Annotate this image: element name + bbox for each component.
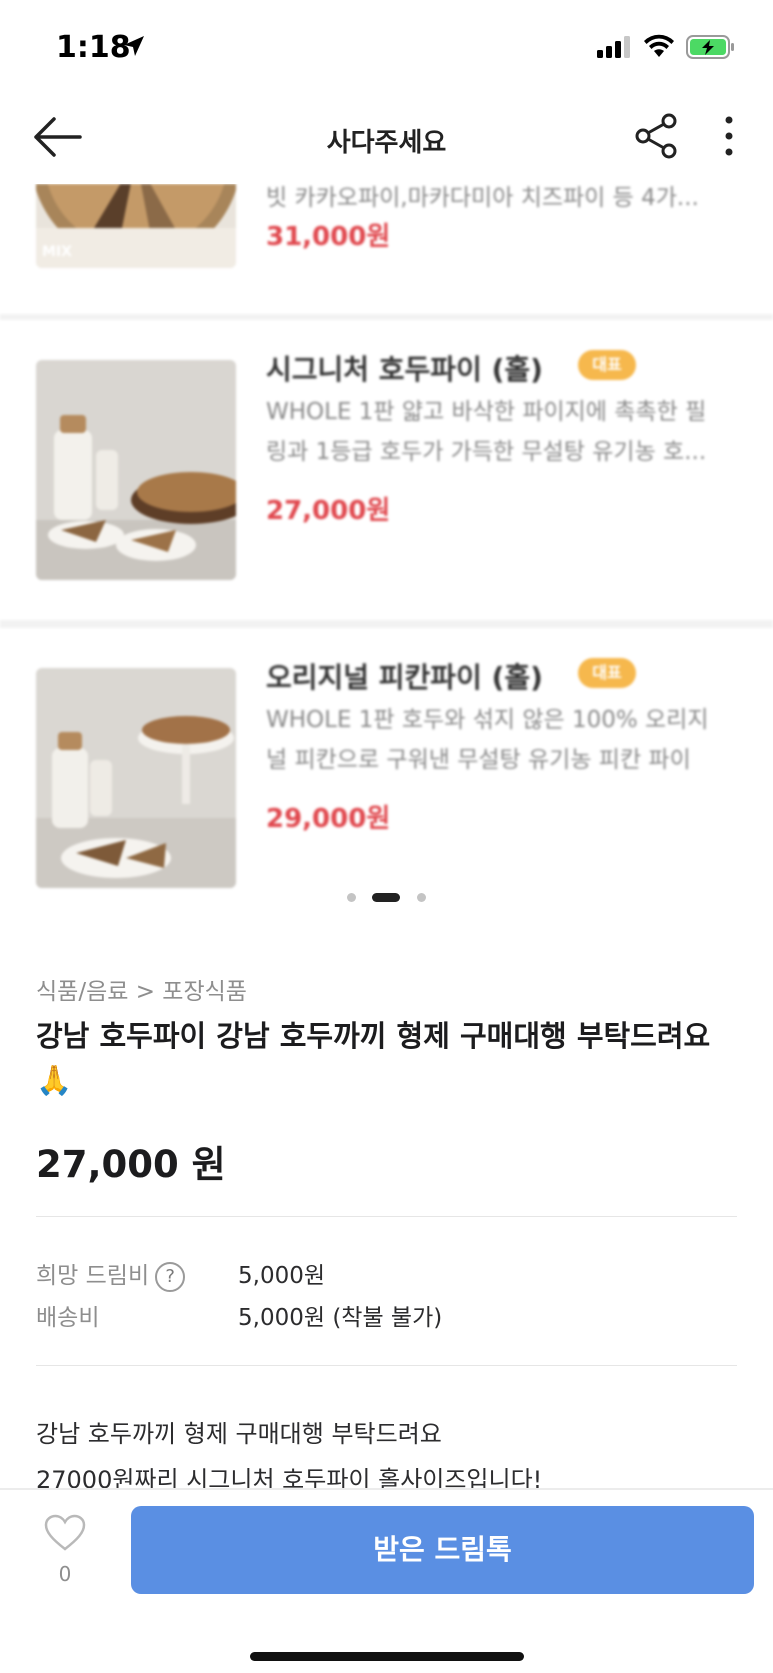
home-indicator xyxy=(250,1652,524,1661)
top-nav-bar: 사다주세요 xyxy=(0,92,773,184)
product-price: 27,000원 xyxy=(266,496,391,526)
product-thumbnail: MIX xyxy=(36,184,236,268)
battery-charging-icon xyxy=(686,35,734,59)
thumbnail-mix-label: MIX xyxy=(42,244,72,260)
page-dot[interactable] xyxy=(417,893,426,902)
product-name: 시그니처 호두파이 (홀) xyxy=(266,353,543,386)
like-count: 0 xyxy=(58,1562,72,1586)
product-thumbnail xyxy=(36,668,236,888)
location-arrow-icon xyxy=(124,36,144,56)
carousel-card[interactable]: 시그니처 호두파이 (홀) 대표 WHOLE 1판 얇고 바삭한 파이지에 촉촉… xyxy=(0,320,773,620)
featured-badge: 대표 xyxy=(578,350,636,380)
product-price: 29,000원 xyxy=(266,804,391,834)
product-description: WHOLE 1판 얇고 바삭한 파이지에 촉촉한 필 링과 1등급 호두가 가득… xyxy=(266,399,707,465)
status-time: 1:18 xyxy=(56,30,131,65)
featured-badge: 대표 xyxy=(578,658,636,688)
fee-value: 5,000원 xyxy=(238,1263,326,1289)
fee-label: 희망 드림비? xyxy=(36,1256,186,1292)
cellular-signal-icon xyxy=(597,36,630,58)
product-description: 빗 카카오파이,마카다미아 치즈파이 등 4가... xyxy=(266,185,699,211)
product-price: 31,000원 xyxy=(266,222,391,252)
divider xyxy=(36,1365,737,1366)
wifi-icon xyxy=(644,34,674,57)
product-carousel[interactable]: MIX 빗 카카오파이,마카다미아 치즈파이 등 4가... 31,000원 시… xyxy=(0,184,773,932)
help-question-icon[interactable]: ? xyxy=(155,1261,186,1292)
carousel-card[interactable]: MIX 빗 카카오파이,마카다미아 치즈파이 등 4가... 31,000원 xyxy=(0,184,773,314)
product-price-main: 27,000 원 xyxy=(36,1143,226,1186)
description-line: 강남 호두까끼 형제 구매대행 부탁드려요 xyxy=(36,1420,442,1448)
status-bar: 1:18 xyxy=(0,0,773,92)
heart-icon[interactable] xyxy=(44,1514,86,1552)
more-options-icon[interactable] xyxy=(716,112,742,160)
bottom-action-bar: 0 받은 드림톡 xyxy=(0,1488,773,1673)
shipping-label: 배송비 xyxy=(36,1305,100,1331)
carousel-card[interactable]: 오리지널 피칸파이 (홀) 대표 WHOLE 1판 호두와 섞지 않은 100%… xyxy=(0,628,773,932)
carousel-page-indicator xyxy=(0,890,773,904)
product-name: 오리지널 피칸파이 (홀) xyxy=(266,661,543,694)
divider xyxy=(36,1216,737,1217)
page-dot[interactable] xyxy=(347,893,356,902)
breadcrumb-category[interactable]: 식품/음료 > 포장식품 xyxy=(36,972,247,1006)
received-dreamtalk-button[interactable]: 받은 드림톡 xyxy=(131,1506,754,1594)
product-description: WHOLE 1판 호두와 섞지 않은 100% 오리지 널 피칸으로 구워낸 무… xyxy=(266,707,709,773)
page-dot-active[interactable] xyxy=(372,893,400,902)
share-icon[interactable] xyxy=(633,112,679,160)
product-title: 강남 호두파이 강남 호두까끼 형제 구매대행 부탁드려요🙏 xyxy=(36,1019,711,1097)
product-info-section: 식품/음료 > 포장식품 강남 호두파이 강남 호두까끼 형제 구매대행 부탁드… xyxy=(0,932,773,1494)
shipping-value: 5,000원 (착불 불가) xyxy=(238,1305,443,1331)
product-thumbnail xyxy=(36,360,236,580)
